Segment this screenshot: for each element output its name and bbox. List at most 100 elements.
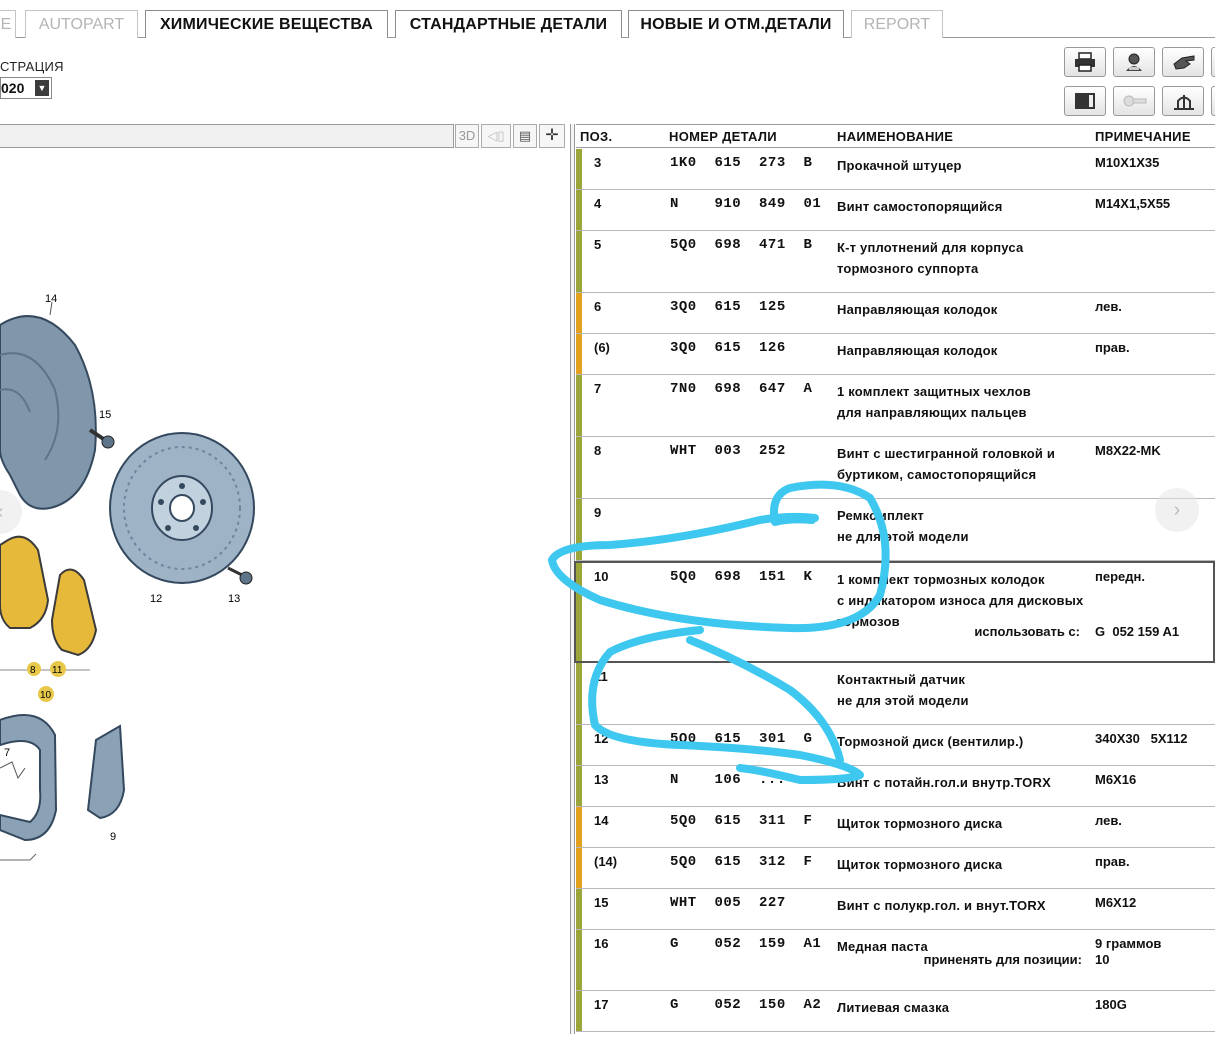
callout-8: 8 bbox=[30, 665, 36, 676]
table-row[interactable]: 14 5Q0 615 311 F Щиток тормозного диска лев… bbox=[576, 807, 1215, 848]
row-name: Медная паста bbox=[837, 939, 928, 954]
table-row[interactable]: (6) 3Q0 615 126 Направляющая колодок прав. bbox=[576, 334, 1215, 375]
key-button[interactable] bbox=[1113, 86, 1155, 116]
view-split-button[interactable]: ◁▯ bbox=[481, 124, 511, 148]
row-stripe bbox=[576, 807, 582, 847]
tab-e[interactable]: E bbox=[0, 10, 16, 38]
table-row[interactable]: 10 5Q0 698 151 K 1 комплект тормозных коло… bbox=[574, 561, 1215, 663]
row-stripe bbox=[576, 766, 582, 806]
print-button[interactable] bbox=[1064, 47, 1106, 77]
hand-point-button[interactable] bbox=[1162, 47, 1204, 77]
tab-chemicals[interactable]: ХИМИЧЕСКИЕ ВЕЩЕСТВА bbox=[145, 10, 388, 38]
view-table-button[interactable]: ▤ bbox=[513, 124, 537, 148]
table-row[interactable]: 9 Ремкомплект не для этой модели bbox=[576, 499, 1215, 561]
scale-icon bbox=[1174, 95, 1194, 110]
row-part-number: N 106 ... .. bbox=[670, 772, 822, 788]
tab-standard-parts[interactable]: СТАНДАРТНЫЕ ДЕТАЛИ bbox=[395, 10, 622, 38]
header-note[interactable]: ПРИМЕЧАНИЕ bbox=[1095, 129, 1191, 144]
row-stripe bbox=[576, 725, 582, 765]
row-note: лев. bbox=[1095, 299, 1122, 314]
row-stripe bbox=[576, 334, 582, 374]
row-note: лев. bbox=[1095, 813, 1122, 828]
row-note: передн. bbox=[1095, 569, 1145, 584]
row-extra-label: приненять для позиции: bbox=[923, 952, 1082, 967]
print-icon bbox=[1075, 52, 1095, 72]
header-pos[interactable]: ПОЗ. bbox=[580, 129, 612, 144]
row-part-number: N 910 849 01 bbox=[670, 196, 822, 212]
table-row[interactable]: 5 5Q0 698 471 B К-т уплотнений для корпуса… bbox=[576, 231, 1215, 293]
row-stripe bbox=[576, 848, 582, 888]
table-row[interactable]: 8 WHT 003 252 Винт с шестигранной головкой… bbox=[576, 437, 1215, 499]
header-name[interactable]: НАИМЕНОВАНИЕ bbox=[837, 129, 953, 144]
table-row[interactable]: 16 G 052 159 A1 Медная паста 9 граммов прине… bbox=[576, 930, 1215, 991]
tab-new-and-cancelled-parts[interactable]: НОВЫЕ И ОТМ.ДЕТАЛИ bbox=[628, 10, 844, 38]
row-stripe bbox=[576, 499, 582, 560]
row-note: прав. bbox=[1095, 854, 1130, 869]
callout-15: 15 bbox=[99, 409, 111, 421]
illustration-select[interactable]: 020 ▼ bbox=[0, 77, 52, 99]
table-row[interactable]: 11 Контактный датчик не для этой модели bbox=[576, 663, 1215, 725]
document-button[interactable] bbox=[1064, 86, 1106, 116]
row-pos: 9 bbox=[594, 505, 602, 520]
row-pos: 11 bbox=[594, 669, 608, 684]
row-stripe bbox=[576, 437, 582, 498]
row-pos: (6) bbox=[594, 340, 610, 355]
pad-retaining-clip bbox=[86, 724, 126, 820]
row-name: К-т уплотнений для корпуса тормозного су… bbox=[837, 240, 1024, 276]
table-row[interactable]: (14) 5Q0 615 312 F Щиток тормозного диска п… bbox=[576, 848, 1215, 889]
row-pos: 3 bbox=[594, 155, 602, 170]
table-row[interactable]: 6 3Q0 615 125 Направляющая колодок лев. bbox=[576, 293, 1215, 334]
row-pos: 10 bbox=[594, 569, 609, 584]
row-name: 1 комплект тормозных колодок с индикатор… bbox=[837, 572, 1084, 629]
callout-14: 14 bbox=[45, 293, 57, 305]
brake-pad-inner bbox=[0, 535, 50, 629]
row-name: Винт с потайн.гол.и внутр.TORX bbox=[837, 775, 1051, 790]
row-part-number: G 052 159 A1 bbox=[670, 936, 822, 952]
brake-dust-shield bbox=[0, 315, 97, 510]
row-part-number: 5Q0 698 471 B bbox=[670, 237, 813, 253]
callout-12: 12 bbox=[150, 593, 162, 605]
tab-report[interactable]: REPORT bbox=[851, 10, 943, 38]
row-stripe bbox=[576, 231, 582, 292]
user-search-button[interactable] bbox=[1113, 47, 1155, 77]
toolbar-more-button-2[interactable] bbox=[1211, 86, 1215, 116]
row-name: Литиевая смазка bbox=[837, 1000, 950, 1015]
header-part-number[interactable]: НОМЕР ДЕТАЛИ bbox=[669, 129, 777, 144]
next-arrow-icon[interactable]: › bbox=[1155, 488, 1199, 532]
row-pos: 8 bbox=[594, 443, 602, 458]
row-pos: 12 bbox=[594, 731, 609, 746]
tab-autopart[interactable]: AUTOPART bbox=[25, 10, 138, 38]
document-icon bbox=[1075, 93, 1095, 109]
toolbar-more-button[interactable] bbox=[1211, 47, 1215, 77]
brake-exploded-illustration: 14 15 12 13 8 11 10 7 9 bbox=[0, 293, 255, 861]
table-row[interactable]: 4 N 910 849 01 Винт самостопорящийся M14X1,… bbox=[576, 190, 1215, 231]
table-row[interactable]: 17 G 052 150 A2 Литиевая смазка 180G bbox=[576, 991, 1215, 1032]
row-note: M6X12 bbox=[1095, 895, 1137, 910]
table-row[interactable]: 13 N 106 ... .. Винт с потайн.гол.и внутр.… bbox=[576, 766, 1215, 807]
row-note: M14X1,5X55 bbox=[1095, 196, 1171, 211]
chevron-down-icon[interactable]: ▼ bbox=[35, 80, 49, 96]
row-stripe bbox=[576, 149, 582, 189]
row-stripe bbox=[576, 375, 582, 436]
row-extra-value: 10 bbox=[1095, 952, 1110, 967]
row-part-number: 7N0 698 647 A bbox=[670, 381, 813, 397]
hand-point-icon bbox=[1173, 55, 1195, 70]
row-note: 340X30 5X112 bbox=[1095, 731, 1188, 746]
table-row[interactable]: 3 1K0 615 273 B Прокачной штуцер M10X1X35 bbox=[576, 149, 1215, 190]
table-row[interactable]: 15 WHT 005 227 Винт с полукр.гол. и внут.T… bbox=[576, 889, 1215, 930]
table-row[interactable]: 7 7N0 698 647 A 1 комплект защитных чехлов… bbox=[576, 375, 1215, 437]
row-pos: 6 bbox=[594, 299, 602, 314]
row-note: 9 граммов bbox=[1095, 936, 1162, 951]
row-note: прав. bbox=[1095, 340, 1130, 355]
row-pos: 5 bbox=[594, 237, 602, 252]
row-name: 1 комплект защитных чехлов для направляю… bbox=[837, 384, 1031, 420]
view-3d-button[interactable]: 3D bbox=[455, 124, 479, 148]
row-extra-value: G 052 159 A1 bbox=[1095, 624, 1180, 639]
scale-button[interactable] bbox=[1162, 86, 1204, 116]
view-resize-button[interactable]: ✛ bbox=[539, 124, 565, 148]
callout-11: 11 bbox=[52, 665, 63, 676]
row-name: Контактный датчик не для этой модели bbox=[837, 672, 969, 708]
row-name: Винт с шестигранной головкой и буртиком,… bbox=[837, 446, 1056, 482]
row-pos: 15 bbox=[594, 895, 609, 910]
table-row[interactable]: 12 5Q0 615 301 G Тормозной диск (вентилир.… bbox=[576, 725, 1215, 766]
